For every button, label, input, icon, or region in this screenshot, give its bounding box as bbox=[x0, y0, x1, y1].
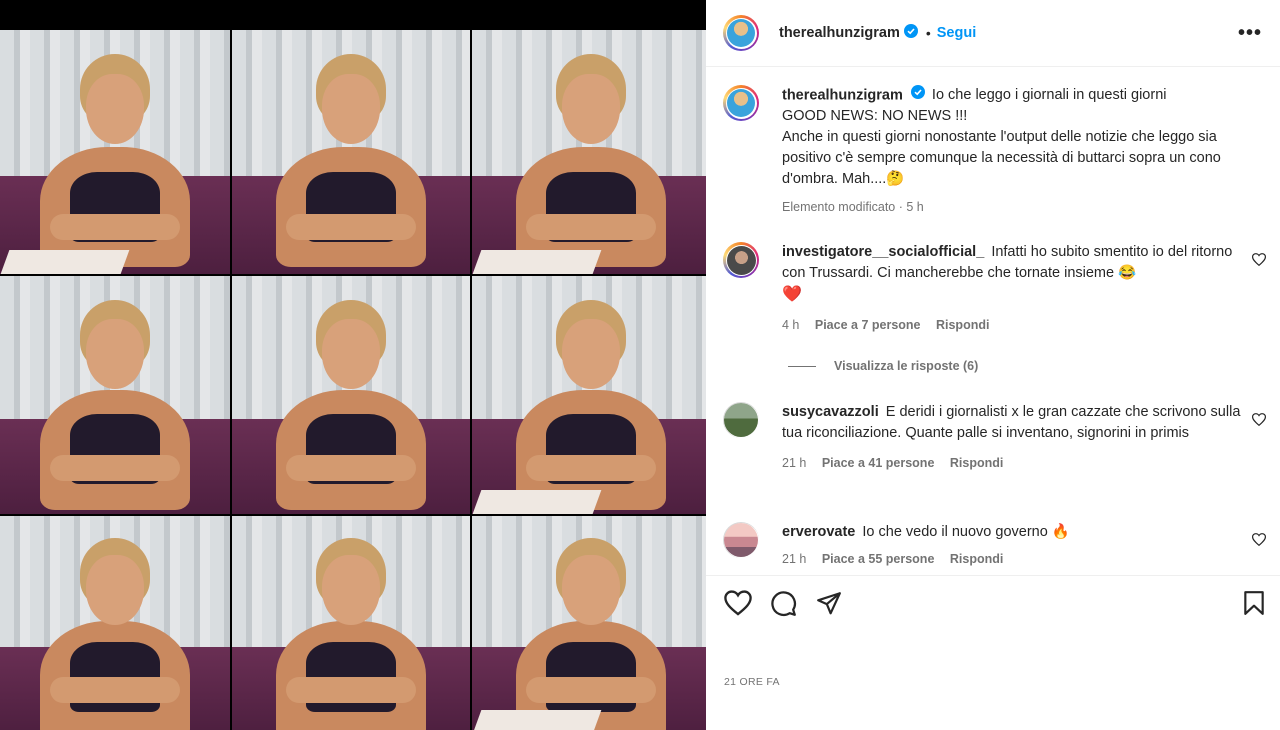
heart-icon[interactable] bbox=[724, 590, 752, 621]
comment-like-heart-icon[interactable] bbox=[1251, 413, 1267, 429]
comment: investigatore__socialofficial_ Infatti h… bbox=[723, 242, 1242, 336]
collage-photo bbox=[232, 516, 470, 730]
comment-time: 21 h bbox=[782, 552, 807, 566]
caption-username[interactable]: therealhunzigram bbox=[782, 87, 903, 103]
comment-likes[interactable]: Piace a 7 persone bbox=[815, 318, 921, 332]
avatar-image bbox=[726, 245, 756, 275]
reply-button[interactable]: Rispondi bbox=[950, 456, 1003, 470]
collage-photo bbox=[472, 516, 706, 730]
comment-time: 4 h bbox=[782, 318, 800, 332]
comment: erverovate Io che vedo il nuovo governo … bbox=[723, 522, 1242, 570]
commenter-avatar[interactable] bbox=[723, 242, 759, 278]
separator-dot: • bbox=[925, 25, 931, 41]
comment-time: 21 h bbox=[782, 456, 807, 470]
avatar-image bbox=[724, 403, 758, 437]
send-icon[interactable] bbox=[816, 590, 842, 621]
comments-scroll-area[interactable]: therealhunzigram Io che leggo i giornali… bbox=[706, 67, 1280, 575]
follow-button[interactable]: Segui bbox=[937, 25, 976, 41]
comment-likes[interactable]: Piace a 41 persone bbox=[822, 456, 935, 470]
collage-photo bbox=[472, 276, 706, 514]
caption-meta: Elemento modificato · 5 h bbox=[782, 200, 924, 215]
reply-button[interactable]: Rispondi bbox=[936, 318, 989, 332]
collage-photo bbox=[232, 276, 470, 514]
post-timestamp[interactable]: 21 ORE FA bbox=[724, 676, 780, 688]
author-avatar[interactable] bbox=[723, 15, 759, 51]
verified-badge-icon bbox=[910, 85, 925, 106]
author-username[interactable]: therealhunzigram bbox=[779, 25, 900, 41]
author-avatar[interactable] bbox=[723, 85, 759, 121]
post-header: therealhunzigram • Segui ••• bbox=[706, 0, 1280, 67]
comment-text: Io che vedo il nuovo governo 🔥 bbox=[862, 524, 1070, 540]
caption-line: GOOD NEWS: NO NEWS !!! bbox=[782, 108, 968, 125]
avatar-image bbox=[727, 19, 755, 47]
comment-meta: 21 h Piace a 41 persone Rispondi bbox=[782, 453, 1242, 474]
comment-username[interactable]: erverovate bbox=[782, 524, 855, 540]
more-options-icon[interactable]: ••• bbox=[1238, 22, 1262, 45]
comment-likes[interactable]: Piace a 55 persone bbox=[822, 552, 935, 566]
avatar-image bbox=[727, 89, 755, 117]
commenter-avatar[interactable] bbox=[723, 522, 759, 558]
comment-username[interactable]: investigatore__socialofficial_ bbox=[782, 244, 984, 260]
view-replies-button[interactable]: Visualizza le risposte (6) bbox=[788, 359, 978, 373]
collage-photo bbox=[0, 516, 230, 730]
caption: therealhunzigram Io che leggo i giornali… bbox=[723, 85, 1237, 218]
comment-like-heart-icon[interactable] bbox=[1251, 533, 1267, 549]
comment-meta: 4 h Piace a 7 persone Rispondi bbox=[782, 315, 1242, 336]
collage-photo bbox=[0, 276, 230, 514]
comment-username[interactable]: susycavazzoli bbox=[782, 404, 879, 420]
reply-button[interactable]: Rispondi bbox=[950, 552, 1003, 566]
comment: susycavazzoli E deridi i giornalisti x l… bbox=[723, 402, 1242, 474]
commenter-avatar[interactable] bbox=[723, 402, 759, 438]
collage-photo bbox=[232, 30, 470, 274]
comment-emoji: ❤️ bbox=[782, 286, 802, 303]
comment-icon[interactable] bbox=[770, 590, 797, 622]
verified-badge-icon bbox=[903, 23, 918, 43]
photo-collage bbox=[0, 30, 706, 730]
comment-meta: 21 h Piace a 55 persone Rispondi bbox=[782, 549, 1242, 570]
collage-photo bbox=[0, 30, 230, 274]
caption-line: Anche in questi giorni nonostante l'outp… bbox=[782, 129, 1221, 188]
action-bar bbox=[706, 575, 1280, 636]
post-media[interactable] bbox=[0, 0, 706, 730]
caption-line: Io che leggo i giornali in questi giorni bbox=[931, 87, 1167, 104]
collage-photo bbox=[472, 30, 706, 274]
comment-like-heart-icon[interactable] bbox=[1251, 253, 1267, 269]
post-side-panel: therealhunzigram • Segui ••• therealhunz… bbox=[706, 0, 1280, 730]
avatar-image bbox=[724, 523, 758, 557]
bookmark-icon[interactable] bbox=[1242, 590, 1266, 621]
